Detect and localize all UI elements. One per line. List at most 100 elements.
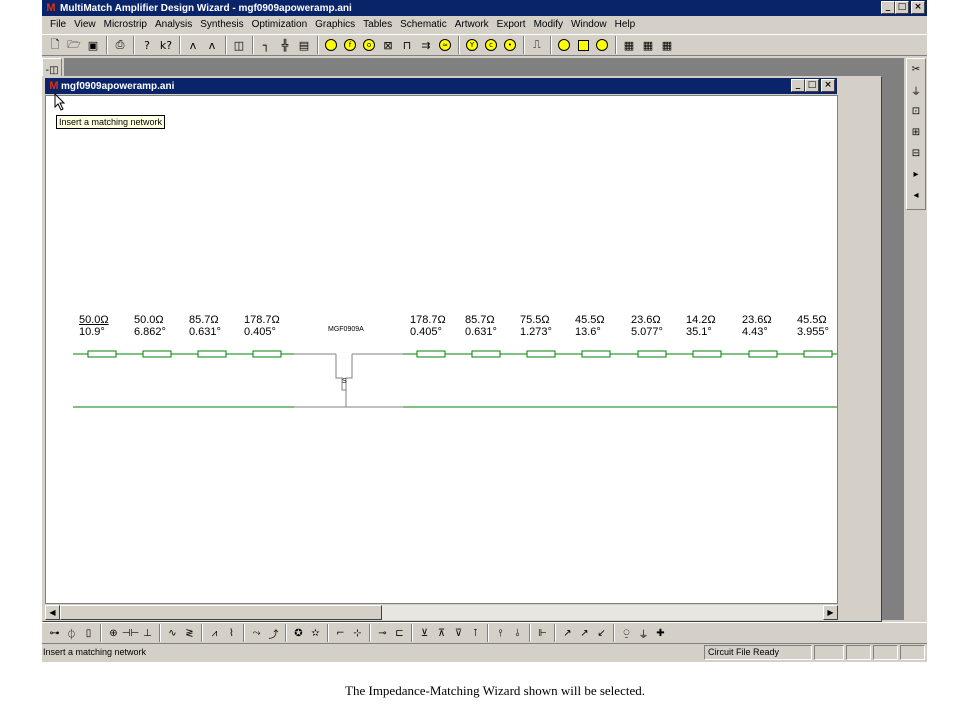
transistor-b-icon[interactable]: ⊼ [433,625,450,642]
arrow-right-icon[interactable]: ▸ [907,164,925,185]
via-icon[interactable]: ⊸ [374,625,391,642]
pad-icon[interactable]: ⊓ [398,36,416,54]
app-close-button[interactable]: × [911,1,925,14]
menu-artwork[interactable]: Artwork [451,19,493,30]
circuit-canvas[interactable]: MGF0909A S 50.0Ω 10.9° 50.0Ω 6.862° 85.7… [45,95,838,604]
output-element-1[interactable]: 178.7Ω 0.405° [410,314,472,338]
component-b-icon[interactable]: ▦ [639,36,657,54]
series-rl-icon[interactable]: ⩘ [206,625,223,642]
app-minimize-button[interactable]: _ [881,1,895,14]
ground-icon[interactable]: ⏚ [635,625,652,642]
save-disk-icon[interactable]: ▣ [84,36,102,54]
flip-vertical-icon[interactable]: ◫ [230,36,248,54]
parallel-lines-icon[interactable]: ⇉ [417,36,435,54]
pulse-icon[interactable]: ⎍ [528,36,546,54]
menu-optimization[interactable]: Optimization [248,19,312,30]
yellow-square-icon[interactable] [574,36,592,54]
cross-box-icon[interactable]: ⊠ [379,36,397,54]
input-element-2[interactable]: 50.0Ω 6.862° [134,314,196,338]
input-element-1[interactable]: 50.0Ω 10.9° [79,314,141,338]
printer-icon[interactable]: ⎙ [111,36,129,54]
shunt-stub-icon[interactable]: ⏀ [63,625,80,642]
scroll-right-arrow-icon[interactable]: ▶ [823,605,838,620]
child-close-button[interactable]: × [821,79,835,92]
y-param-icon[interactable]: Y [463,36,481,54]
transistor-d-icon[interactable]: ⊺ [467,625,484,642]
cross-icon[interactable]: ✚ [652,625,669,642]
menu-help[interactable]: Help [611,19,640,30]
output-element-7[interactable]: 23.6Ω 4.43° [742,314,804,338]
menu-schematic[interactable]: Schematic [396,19,451,30]
transistor-a-icon[interactable]: ⊻ [416,625,433,642]
component-c-icon[interactable]: ▦ [658,36,676,54]
input-element-4[interactable]: 178.7Ω 0.405° [244,314,306,338]
gap-icon[interactable]: ⊏ [391,625,408,642]
menu-modify[interactable]: Modify [530,19,567,30]
radial-stub-icon[interactable]: ✪ [290,625,307,642]
shunt-inductor-icon[interactable]: ≷ [181,625,198,642]
output-element-5[interactable]: 23.6Ω 5.077° [631,314,693,338]
input-element-3[interactable]: 85.7Ω 0.631° [189,314,251,338]
ground-icon[interactable]: ⏚ [907,80,925,101]
radial-stub-2-icon[interactable]: ✫ [307,625,324,642]
output-element-3[interactable]: 75.5Ω 1.273° [520,314,582,338]
series-resistor-icon[interactable]: ⊶ [46,625,63,642]
corner-icon[interactable]: ┐ [257,36,275,54]
open-stub-icon[interactable]: ▯ [80,625,97,642]
menu-file[interactable]: File [46,19,70,30]
bend-icon[interactable]: ⌐ [332,625,349,642]
probe-c-icon[interactable]: ↙ [593,625,610,642]
f-circle-icon[interactable]: f [341,36,359,54]
coupled-line-icon[interactable]: ⤳ [248,625,265,642]
transistor-c-icon[interactable]: ⊽ [450,625,467,642]
scroll-left-arrow-icon[interactable]: ◀ [45,605,60,620]
menu-graphics[interactable]: Graphics [311,19,359,30]
context-help-icon[interactable]: k? [157,36,175,54]
menu-export[interactable]: Export [493,19,530,30]
scroll-thumb[interactable] [60,605,382,620]
text-box-icon[interactable]: ▤ [295,36,313,54]
menu-synthesis[interactable]: Synthesis [196,19,247,30]
output-element-6[interactable]: 14.2Ω 35.1° [686,314,748,338]
port-b-icon[interactable]: ⫰ [509,625,526,642]
output-element-8[interactable]: 45.5Ω 3.955° [797,314,837,338]
minus-box-icon[interactable]: ⊟ [907,143,925,164]
smith-icon[interactable]: c [482,36,500,54]
menu-analysis[interactable]: Analysis [151,19,196,30]
series-capacitor-icon[interactable]: ⊣⊢ [122,625,139,642]
probe-a-icon[interactable]: ↗ [559,625,576,642]
yellow-shape-icon[interactable]: ≈ [436,36,454,54]
plus-box-icon[interactable]: ⊞ [907,122,925,143]
box-icon[interactable]: ⊡ [907,101,925,122]
tune-b-icon[interactable]: ᴧ [203,36,221,54]
series-block-icon[interactable]: ⊕ [105,625,122,642]
menu-tables[interactable]: Tables [359,19,396,30]
app-maximize-button[interactable]: □ [895,1,909,14]
tee-icon[interactable]: ╬ [276,36,294,54]
yellow-circle-icon[interactable] [555,36,573,54]
open-folder-icon[interactable]: 🗁 [65,36,83,54]
yellow-circle-2-icon[interactable] [593,36,611,54]
arrow-left-icon[interactable]: ◂ [907,185,925,206]
help-icon[interactable]: ? [138,36,156,54]
new-file-icon[interactable]: 🗋 [46,36,64,54]
port-a-icon[interactable]: ⫯ [492,625,509,642]
termination-icon[interactable]: ⍜ [618,625,635,642]
output-element-2[interactable]: 85.7Ω 0.631° [465,314,527,338]
child-minimize-button[interactable]: _ [791,79,805,92]
shunt-capacitor-icon[interactable]: ⊥ [139,625,156,642]
probe-b-icon[interactable]: ↗ [576,625,593,642]
ring-icon[interactable]: o [360,36,378,54]
cross-junction-icon[interactable]: ⊹ [349,625,366,642]
child-maximize-button[interactable]: □ [805,79,819,92]
coupled-line-2-icon[interactable]: ⤴ [265,625,282,642]
series-inductor-icon[interactable]: ∿ [164,625,181,642]
scissors-icon[interactable]: ✂ [907,59,925,80]
menu-microstrip[interactable]: Microstrip [100,19,151,30]
output-element-4[interactable]: 45.5Ω 13.6° [575,314,637,338]
dot-icon[interactable]: • [501,36,519,54]
shunt-rl-icon[interactable]: ⌇ [223,625,240,642]
ellipse-icon[interactable] [322,36,340,54]
menu-view[interactable]: View [70,19,100,30]
menu-window[interactable]: Window [567,19,611,30]
